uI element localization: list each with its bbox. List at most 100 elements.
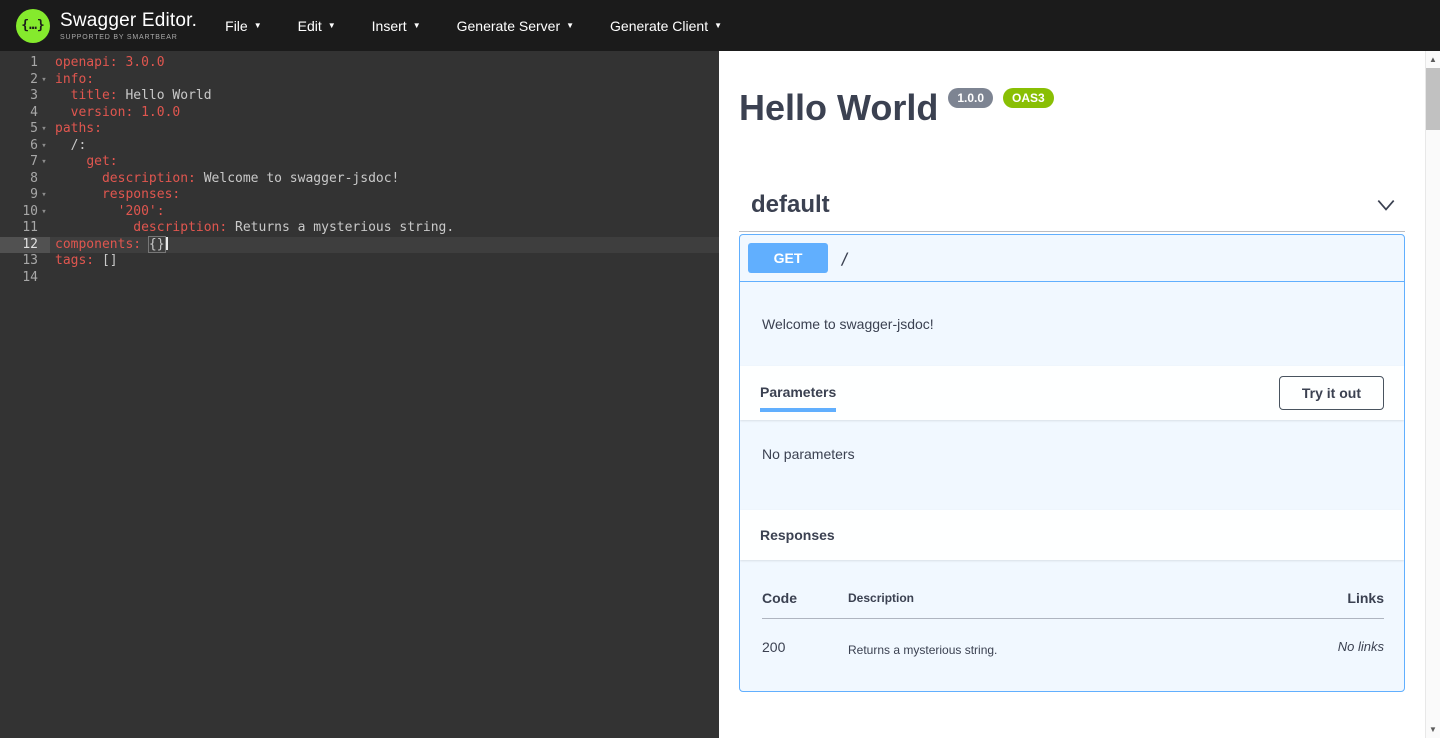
tag-title: default (751, 191, 830, 219)
editor-code[interactable]: openapi: 3.0.0info: title: Hello World v… (50, 55, 719, 738)
api-title-text: Hello World (739, 87, 938, 129)
token-plain: Welcome to swagger-jsdoc! (196, 171, 400, 186)
gutter-line-10: 10▾ (0, 204, 50, 221)
operation-path: / (840, 249, 850, 268)
token-plain: Returns a mysterious string. (227, 220, 454, 235)
responses-table: Code Description Links 200 Returns a mys… (762, 584, 1384, 657)
line-number: 5 (30, 121, 38, 138)
token-key: info: (55, 72, 94, 87)
code-line-13[interactable]: tags: [] (50, 253, 719, 270)
token-plain (141, 237, 149, 252)
code-line-10[interactable]: '200': (50, 204, 719, 221)
token-plain: [] (94, 253, 117, 268)
gutter-line-7: 7▾ (0, 154, 50, 171)
code-line-12[interactable]: components: {} (50, 237, 719, 254)
chevron-down-icon (1375, 194, 1397, 216)
token-plain (55, 171, 102, 186)
line-number: 12 (22, 237, 38, 254)
brand-subtitle: Supported by SMARTBEAR (60, 34, 197, 41)
token-plain (55, 105, 71, 120)
code-line-8[interactable]: description: Welcome to swagger-jsdoc! (50, 171, 719, 188)
code-line-14[interactable] (50, 270, 719, 287)
token-key: components: (55, 237, 141, 252)
http-method-badge[interactable]: GET (748, 243, 828, 273)
token-plain (55, 154, 86, 169)
responses-body: Code Description Links 200 Returns a mys… (740, 560, 1404, 691)
code-line-4[interactable]: version: 1.0.0 (50, 105, 719, 122)
response-description: Returns a mysterious string. (848, 619, 1264, 658)
gutter-line-8: 8 (0, 171, 50, 188)
token-key: title: (71, 88, 118, 103)
responses-table-header-row: Code Description Links (762, 584, 1384, 619)
menu-insert[interactable]: Insert ▼ (372, 18, 421, 34)
tag-section-header[interactable]: default (739, 191, 1405, 232)
menu-file[interactable]: File ▼ (225, 18, 261, 34)
menu-generate-server[interactable]: Generate Server ▼ (457, 18, 574, 34)
scrollbar-down-button[interactable]: ▼ (1426, 721, 1440, 738)
menu-edit[interactable]: Edit ▼ (298, 18, 336, 34)
line-number: 11 (22, 220, 38, 237)
opblock-summary[interactable]: GET / (740, 235, 1404, 282)
code-line-9[interactable]: responses: (50, 187, 719, 204)
token-num: 1.0.0 (141, 105, 180, 120)
token-key: description: (102, 171, 196, 186)
gutter-line-5: 5▾ (0, 121, 50, 138)
caret-down-icon: ▼ (714, 22, 722, 30)
no-parameters-text: No parameters (740, 420, 1404, 510)
token-bracket: {} (149, 237, 165, 252)
response-row-200: 200 Returns a mysterious string. No link… (762, 619, 1384, 658)
code-line-5[interactable]: paths: (50, 121, 719, 138)
yaml-editor[interactable]: 12▾345▾6▾7▾89▾10▾11121314 openapi: 3.0.0… (0, 51, 719, 738)
token-key: paths: (55, 121, 102, 136)
code-line-1[interactable]: openapi: 3.0.0 (50, 55, 719, 72)
gutter-line-4: 4 (0, 105, 50, 122)
column-header-links: Links (1264, 584, 1384, 619)
caret-down-icon: ▼ (566, 22, 574, 30)
fold-toggle-icon[interactable]: ▾ (38, 121, 50, 138)
scrollbar-thumb[interactable] (1426, 68, 1440, 130)
fold-toggle-icon[interactable]: ▾ (38, 187, 50, 204)
line-number: 10 (22, 204, 38, 221)
menu-generate-client-label: Generate Client (610, 18, 708, 34)
line-number: 7 (30, 154, 38, 171)
responses-header: Responses (740, 510, 1404, 560)
menu-bar: File ▼ Edit ▼ Insert ▼ Generate Server ▼… (225, 18, 722, 34)
code-line-6[interactable]: /: (50, 138, 719, 155)
operation-description: Welcome to swagger-jsdoc! (740, 282, 1404, 366)
fold-toggle-icon[interactable]: ▾ (38, 154, 50, 171)
token-plain (133, 105, 141, 120)
response-links: No links (1264, 619, 1384, 658)
token-num: 3.0.0 (125, 55, 164, 70)
main-split: 12▾345▾6▾7▾89▾10▾11121314 openapi: 3.0.0… (0, 51, 1440, 738)
scrollbar-up-button[interactable]: ▲ (1426, 51, 1440, 68)
collapse-section-button[interactable] (1375, 194, 1397, 216)
gutter-line-14: 14 (0, 270, 50, 287)
gutter-line-6: 6▾ (0, 138, 50, 155)
column-header-code: Code (762, 584, 848, 619)
code-line-3[interactable]: title: Hello World (50, 88, 719, 105)
fold-toggle-icon[interactable]: ▾ (38, 72, 50, 89)
token-plain (55, 88, 71, 103)
gutter-line-2: 2▾ (0, 72, 50, 89)
fold-toggle-icon[interactable]: ▾ (38, 138, 50, 155)
token-key: description: (133, 220, 227, 235)
menu-generate-client[interactable]: Generate Client ▼ (610, 18, 722, 34)
menu-generate-server-label: Generate Server (457, 18, 561, 34)
scrollbar-track[interactable] (1426, 130, 1440, 721)
code-line-2[interactable]: info: (50, 72, 719, 89)
fold-toggle-icon[interactable]: ▾ (38, 204, 50, 221)
brand: Swagger Editor. Supported by SMARTBEAR (60, 10, 197, 41)
code-line-11[interactable]: description: Returns a mysterious string… (50, 220, 719, 237)
token-key: openapi: (55, 55, 118, 70)
line-number: 14 (22, 270, 38, 287)
token-key: tags: (55, 253, 94, 268)
try-it-out-button[interactable]: Try it out (1279, 376, 1384, 410)
vertical-scrollbar[interactable]: ▲ ▼ (1425, 51, 1440, 738)
line-number: 1 (30, 55, 38, 72)
tab-parameters[interactable]: Parameters (760, 374, 836, 412)
code-line-7[interactable]: get: (50, 154, 719, 171)
line-number: 3 (30, 88, 38, 105)
gutter-line-13: 13 (0, 253, 50, 270)
token-key: version: (71, 105, 134, 120)
line-number: 13 (22, 253, 38, 270)
